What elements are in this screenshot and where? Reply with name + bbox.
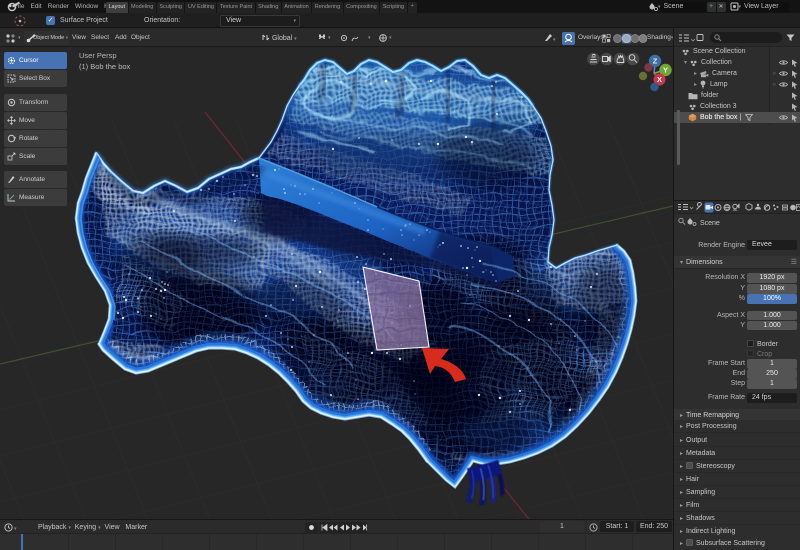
svg-text:Y: Y [663,66,668,75]
svg-text:User Persp: User Persp [79,51,117,60]
svg-text:X: X [657,75,662,84]
svg-text:Z: Z [653,57,658,66]
svg-text:(1) Bob the box: (1) Bob the box [79,62,131,71]
